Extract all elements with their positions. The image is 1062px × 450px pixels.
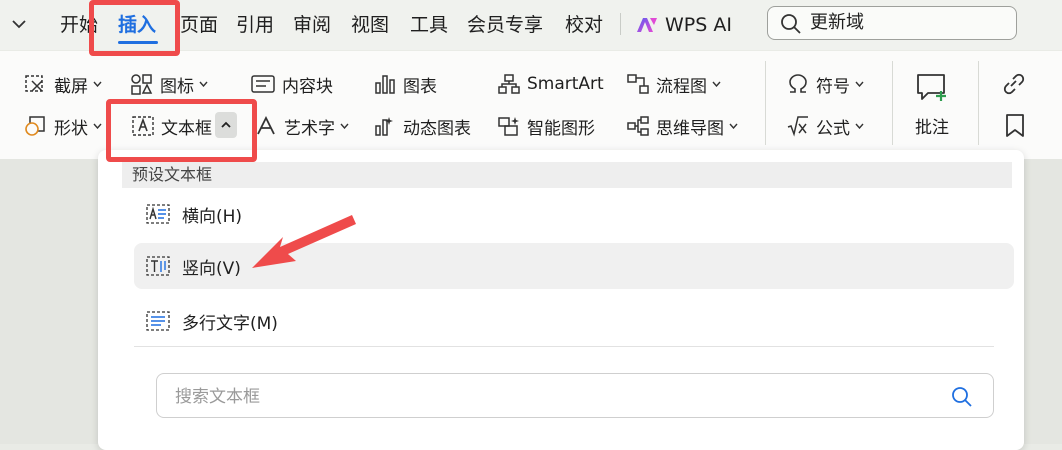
dynamic-chart-label: 动态图表: [403, 118, 471, 139]
wps-ai-logo-icon: [637, 18, 657, 32]
textbox-icon: [132, 116, 154, 136]
multiline-text-option[interactable]: 多行文字(M): [134, 298, 1014, 344]
textbox-search-box[interactable]: [156, 373, 994, 419]
comment-label: 批注: [915, 118, 949, 138]
horizontal-textbox-option[interactable]: 横向(H): [134, 191, 1014, 237]
icons-button[interactable]: 图标: [130, 69, 214, 99]
dynamic-chart-button[interactable]: 动态图表: [373, 111, 471, 141]
active-tab-underline: [118, 41, 158, 44]
tab-references[interactable]: 引用: [236, 10, 274, 40]
vertical-textbox-icon: [146, 256, 170, 276]
bookmark-icon[interactable]: [1003, 113, 1027, 139]
content-block-icon: [251, 75, 275, 93]
symbol-label: 符号: [816, 76, 850, 97]
mindmap-icon: [627, 116, 649, 136]
screenshot-icon: [25, 75, 43, 92]
smartart-icon: [498, 74, 520, 94]
flowchart-button[interactable]: 流程图: [626, 69, 727, 99]
chevron-down-icon: [93, 123, 102, 129]
preset-textbox-header: 预设文本框: [122, 162, 1012, 188]
flowchart-icon: [627, 74, 649, 94]
shape-label: 形状: [54, 118, 88, 139]
command-search-box[interactable]: 更新域: [767, 6, 1017, 40]
tab-review[interactable]: 审阅: [293, 10, 331, 40]
chevron-down-icon: [712, 81, 721, 87]
link-icon[interactable]: [1001, 71, 1027, 97]
document-background-right: [1024, 159, 1062, 444]
smartart-button[interactable]: SmartArt: [497, 69, 604, 99]
tab-tools[interactable]: 工具: [410, 10, 448, 40]
formula-label: 公式: [816, 118, 850, 139]
wps-ai-button[interactable]: WPS AI: [635, 10, 732, 40]
content-block-label: 内容块: [282, 76, 333, 97]
ribbon-toolbar: 截屏 图标 内容块 图表 SmartArt 流程图 符号 形状 文本框 艺术字 …: [0, 51, 1062, 159]
dynamic-chart-icon: [375, 117, 393, 136]
smartart-label: SmartArt: [527, 74, 604, 94]
screenshot-button[interactable]: 截屏: [24, 69, 108, 99]
vertical-textbox-option[interactable]: 竖向(V): [134, 243, 1014, 289]
search-icon[interactable]: [951, 386, 973, 408]
tab-page[interactable]: 页面: [180, 10, 218, 40]
mindmap-button[interactable]: 思维导图: [626, 111, 744, 141]
icon-library-icon: [131, 74, 153, 95]
vertical-textbox-label: 竖向(V): [182, 258, 241, 279]
icons-label: 图标: [160, 76, 194, 97]
horizontal-textbox-icon: [146, 204, 170, 224]
ribbon-divider: [765, 61, 766, 145]
chevron-down-icon: [855, 123, 864, 129]
wps-ai-label: WPS AI: [665, 14, 732, 36]
tab-proofread[interactable]: 校对: [565, 10, 603, 40]
formula-button[interactable]: 公式: [786, 111, 870, 141]
chevron-down-icon: [340, 123, 349, 129]
symbol-button[interactable]: 符号: [786, 69, 870, 99]
menu-divider: [620, 13, 621, 35]
content-block-button[interactable]: 内容块: [250, 69, 333, 99]
search-icon: [781, 14, 801, 34]
formula-icon: [787, 116, 808, 137]
wordart-label: 艺术字: [284, 118, 335, 139]
chart-label: 图表: [403, 76, 437, 97]
textbox-label: 文本框: [161, 118, 212, 139]
smart-shape-button[interactable]: 智能图形: [497, 111, 595, 141]
wordart-button[interactable]: 艺术字: [254, 111, 355, 141]
multiline-text-label: 多行文字(M): [182, 313, 278, 334]
chevron-down-icon[interactable]: [8, 13, 30, 35]
command-search-text: 更新域: [810, 12, 864, 33]
smart-shape-label: 智能图形: [527, 118, 595, 139]
textbox-button-content[interactable]: 文本框: [131, 111, 212, 141]
screenshot-label: 截屏: [54, 76, 88, 97]
omega-icon: [789, 74, 807, 93]
wordart-icon: [257, 115, 275, 135]
chevron-down-icon: [729, 123, 738, 129]
chart-button[interactable]: 图表: [373, 69, 437, 99]
tab-start[interactable]: 开始: [60, 10, 98, 40]
shape-icon: [25, 116, 45, 136]
horizontal-textbox-label: 横向(H): [182, 206, 243, 227]
mindmap-label: 思维导图: [656, 118, 724, 139]
comment-button[interactable]: 批注: [914, 71, 950, 138]
chevron-down-icon: [855, 81, 864, 87]
tab-member[interactable]: 会员专享: [467, 10, 543, 40]
menu-bar: 开始 插入 页面 引用 审阅 视图 工具 会员专享 校对 WPS AI 更新域: [0, 0, 1062, 50]
bar-chart-icon: [375, 75, 395, 94]
smart-shape-icon: [498, 117, 519, 136]
comment-icon: [917, 74, 946, 101]
chevron-down-icon: [199, 81, 208, 87]
document-background-left: [0, 159, 98, 444]
tab-insert[interactable]: 插入: [118, 10, 156, 40]
tab-view[interactable]: 视图: [351, 10, 389, 40]
shape-button[interactable]: 形状: [24, 111, 108, 141]
ribbon-divider: [978, 61, 979, 145]
multiline-text-icon: [146, 311, 170, 331]
textbox-search-input[interactable]: [173, 374, 937, 419]
dropdown-divider: [134, 346, 994, 347]
textbox-dropdown-toggle[interactable]: [215, 112, 237, 138]
textbox-dropdown-menu: 预设文本框 横向(H) 竖向(V) 多行文字(M): [98, 150, 1024, 450]
ribbon-divider: [892, 61, 893, 145]
chevron-down-icon: [93, 81, 102, 87]
chevron-up-icon: [221, 121, 231, 128]
flowchart-label: 流程图: [656, 76, 707, 97]
